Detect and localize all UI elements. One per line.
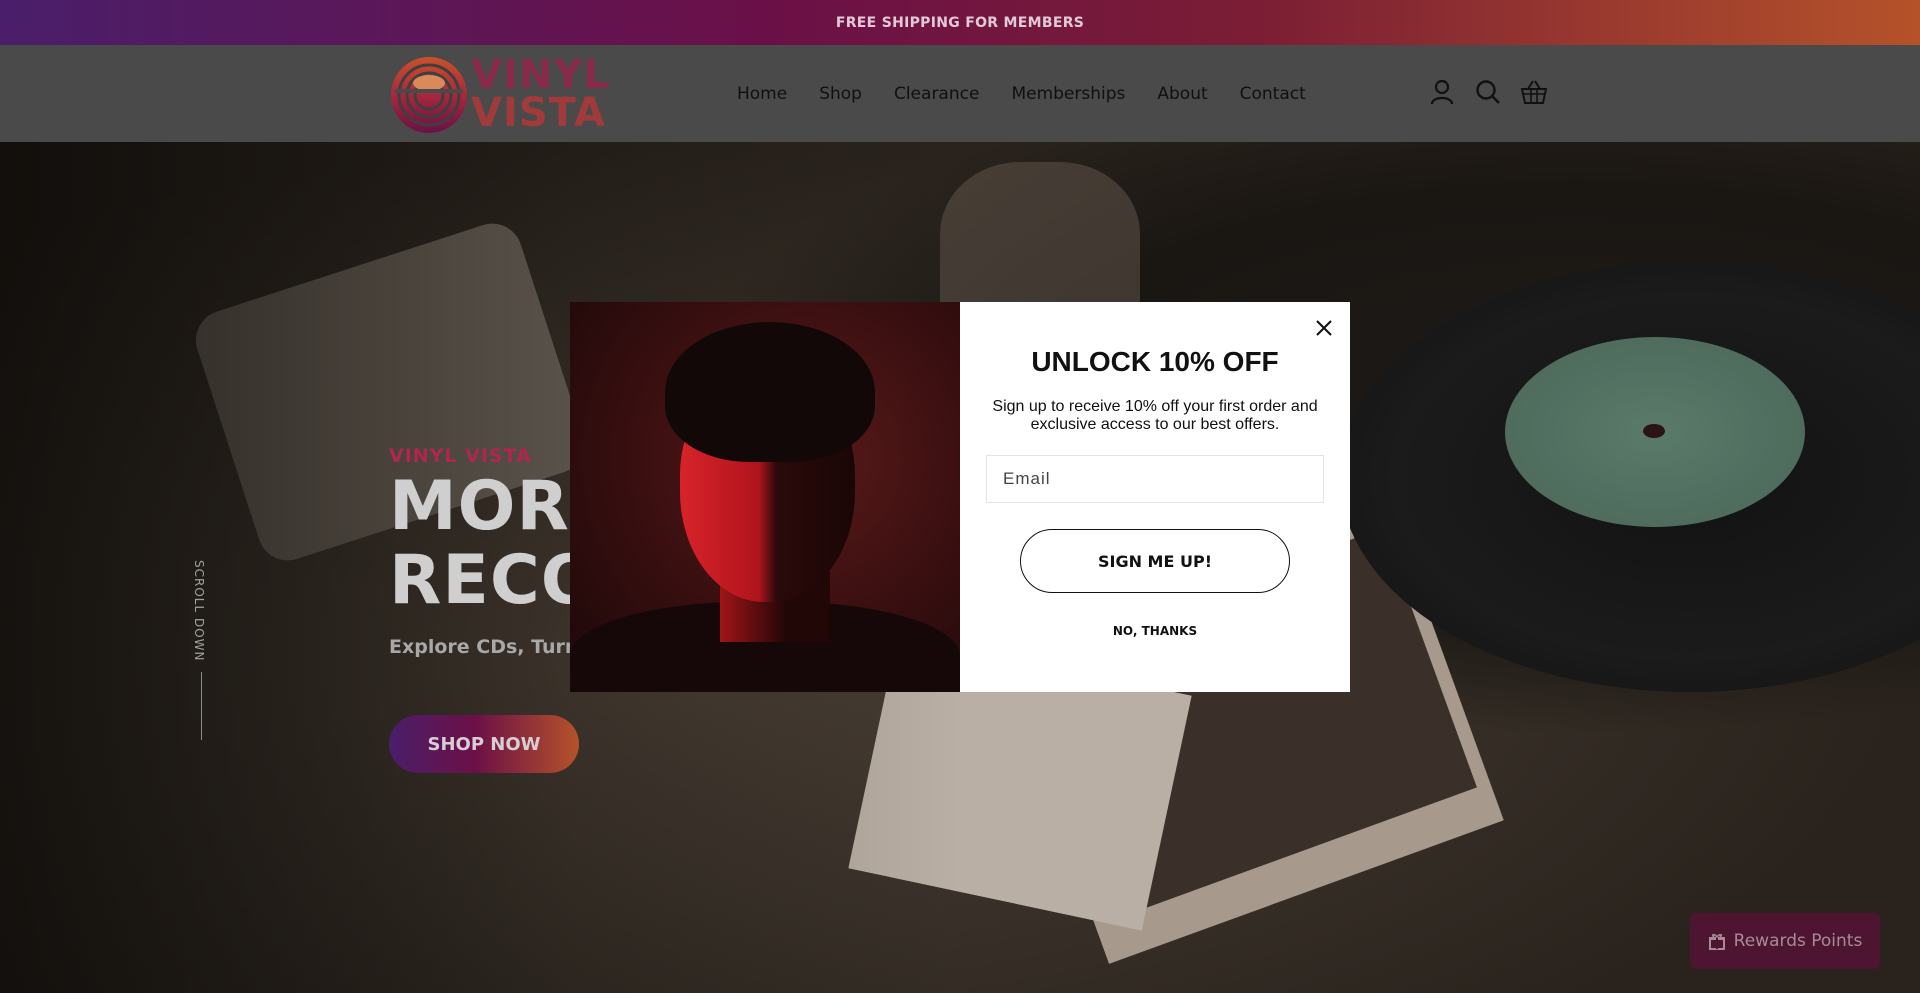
header-actions xyxy=(1428,77,1548,107)
rewards-points-button[interactable]: Rewards Points xyxy=(1690,913,1880,969)
nav-clearance[interactable]: Clearance xyxy=(894,84,979,104)
popup-content: UNLOCK 10% OFF Sign up to receive 10% of… xyxy=(960,302,1350,692)
scroll-down-label: SCROLL DOWN xyxy=(192,560,206,662)
nav-home[interactable]: Home xyxy=(737,84,787,104)
no-thanks-link[interactable]: NO, THANKS xyxy=(960,624,1350,638)
logo-word-2: VISTA xyxy=(471,90,606,136)
record-logo-icon xyxy=(391,57,467,133)
account-icon[interactable] xyxy=(1428,77,1456,107)
site-header: VINYL VISTA Home Shop Clearance Membersh… xyxy=(0,45,1920,142)
nav-memberships[interactable]: Memberships xyxy=(1011,84,1125,104)
email-field[interactable] xyxy=(986,455,1324,503)
hero-brand-label: VINYL VISTA xyxy=(389,445,532,467)
shop-now-button[interactable]: SHOP NOW xyxy=(389,715,579,773)
gift-icon xyxy=(1708,933,1725,950)
popup-image xyxy=(570,302,960,692)
nav-about[interactable]: About xyxy=(1157,84,1207,104)
cart-basket-icon[interactable] xyxy=(1520,77,1548,107)
search-icon[interactable] xyxy=(1474,77,1502,107)
announcement-text: FREE SHIPPING FOR MEMBERS xyxy=(835,14,1085,31)
site-logo[interactable]: VINYL VISTA xyxy=(389,53,609,135)
popup-description: Sign up to receive 10% off your first or… xyxy=(992,398,1318,433)
popup-image-hair xyxy=(665,322,875,462)
rewards-points-label: Rewards Points xyxy=(1733,931,1863,951)
scroll-down-indicator[interactable]: SCROLL DOWN xyxy=(192,560,212,662)
announcement-bar: FREE SHIPPING FOR MEMBERS xyxy=(0,0,1920,45)
nav-shop[interactable]: Shop xyxy=(819,84,862,104)
popup-title: UNLOCK 10% OFF xyxy=(1031,346,1279,377)
close-icon[interactable] xyxy=(1312,316,1336,340)
logo-wordmark: VINYL VISTA xyxy=(471,52,610,136)
logo-word-1: VINYL xyxy=(471,52,610,98)
discount-popup: UNLOCK 10% OFF Sign up to receive 10% of… xyxy=(570,302,1350,692)
hero-subtitle: Explore CDs, Turnta xyxy=(389,636,601,658)
nav-contact[interactable]: Contact xyxy=(1240,84,1306,104)
sign-me-up-button[interactable]: SIGN ME UP! xyxy=(1020,529,1290,593)
main-nav: Home Shop Clearance Memberships About Co… xyxy=(737,45,1306,142)
scroll-down-line xyxy=(201,672,202,740)
